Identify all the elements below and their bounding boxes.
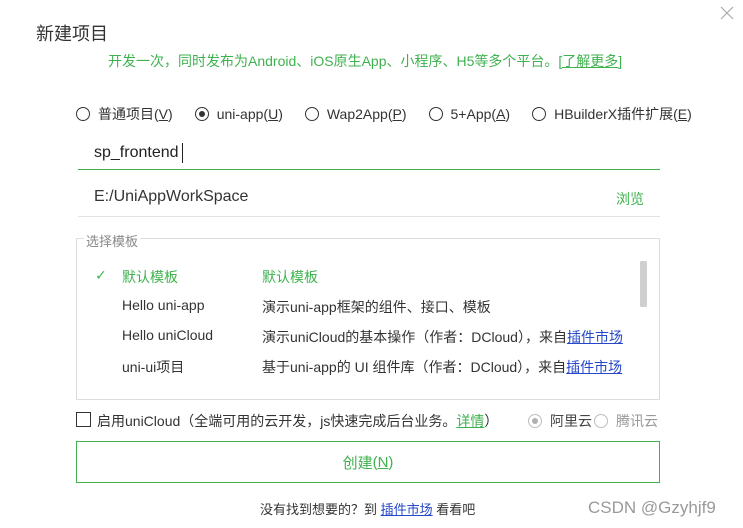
footer-plugin-market-link[interactable]: 插件市场 bbox=[381, 502, 433, 517]
details-link[interactable]: 详情 bbox=[456, 413, 484, 429]
template-desc: 演示uni-app框架的组件、接口、模板 bbox=[262, 299, 491, 315]
dialog-subtitle: 开发一次，同时发布为Android、iOS原生App、小程序、H5等多个平台。[… bbox=[108, 51, 622, 71]
plugin-market-link[interactable]: 插件市场 bbox=[566, 359, 622, 375]
provider-label: 腾讯云 bbox=[616, 413, 658, 429]
project-type-group: 普通项目(V) uni-app(U) Wap2App(P) 5+App(A) H… bbox=[76, 104, 714, 124]
radio-circle bbox=[304, 107, 319, 121]
dialog-title: 新建项目 bbox=[36, 24, 108, 44]
template-desc: 基于uni-app的 UI 组件库（作者：DCloud），来自插件市场 bbox=[262, 359, 623, 375]
unicloud-row: 启用uniCloud（全端可用的云开发，js快速完成后台业务。详情） 阿里云 腾… bbox=[76, 411, 666, 431]
footer-hint: 没有找到想要的？到 插件市场 看看吧 bbox=[260, 502, 476, 517]
create-button[interactable]: 创建(N) bbox=[76, 441, 660, 483]
radio-aliyun[interactable]: 阿里云 bbox=[528, 411, 592, 431]
radio-circle bbox=[532, 107, 547, 121]
access-key: U bbox=[268, 106, 279, 122]
close-icon[interactable] bbox=[718, 4, 736, 22]
radio-normal-project[interactable]: 普通项目(V) bbox=[76, 104, 173, 124]
template-legend: 选择模板 bbox=[84, 231, 141, 250]
browse-button[interactable]: 浏览 bbox=[616, 189, 644, 209]
text-caret bbox=[182, 143, 183, 163]
radio-label: 普通项目 bbox=[98, 106, 154, 122]
template-item-hello-unicloud[interactable]: Hello uniCloud 演示uniCloud的基本操作（作者：DCloud… bbox=[95, 327, 623, 349]
learn-more-link[interactable]: [了解更多] bbox=[558, 53, 622, 69]
radio-circle bbox=[428, 107, 443, 121]
radio-label: 5+App bbox=[450, 106, 492, 122]
radio-wap2app[interactable]: Wap2App(P) bbox=[304, 106, 407, 122]
location-field[interactable]: E:/UniAppWorkSpace 浏览 bbox=[78, 182, 660, 217]
radio-circle bbox=[594, 414, 608, 428]
unicloud-label: 启用uniCloud（全端可用的云开发，js快速完成后台业务。详情） bbox=[97, 413, 499, 429]
subtitle-text: 开发一次，同时发布为Android、iOS原生App、小程序、H5等多个平台。 bbox=[108, 53, 559, 69]
check-icon: ✓ bbox=[95, 267, 107, 283]
radio-tencent-cloud[interactable]: 腾讯云 bbox=[594, 411, 658, 431]
template-list: ✓ 默认模板 默认模板 Hello uni-app 演示uni-app框架的组件… bbox=[76, 238, 660, 400]
template-scrollbar[interactable] bbox=[640, 261, 647, 307]
radio-5plus-app[interactable]: 5+App(A) bbox=[428, 106, 510, 122]
template-name: Hello uniCloud bbox=[122, 327, 214, 343]
radio-uni-app[interactable]: uni-app(U) bbox=[194, 106, 283, 122]
location-path: E:/UniAppWorkSpace bbox=[94, 188, 249, 205]
radio-circle-selected bbox=[528, 414, 542, 428]
access-key: E bbox=[677, 106, 688, 122]
template-item-default[interactable]: ✓ 默认模板 默认模板 bbox=[95, 267, 615, 289]
radio-hbuilderx-plugin[interactable]: HBuilderX插件扩展(E) bbox=[532, 104, 692, 124]
radio-label: uni-app bbox=[216, 106, 264, 122]
access-key: N bbox=[377, 453, 389, 471]
provider-label: 阿里云 bbox=[550, 413, 592, 429]
radio-circle-selected bbox=[194, 107, 209, 121]
access-key: A bbox=[496, 106, 506, 122]
watermark: CSDN @Gzyhjf9 bbox=[588, 498, 716, 517]
template-name: 默认模板 bbox=[122, 269, 178, 285]
template-desc: 演示uniCloud的基本操作（作者：DCloud），来自插件市场 bbox=[262, 329, 623, 345]
project-name-input[interactable] bbox=[78, 136, 660, 170]
template-item-hello-uni-app[interactable]: Hello uni-app 演示uni-app框架的组件、接口、模板 bbox=[95, 297, 615, 319]
template-name: Hello uni-app bbox=[122, 297, 205, 313]
create-label: 创建 bbox=[342, 454, 373, 472]
radio-label: Wap2App bbox=[326, 106, 388, 122]
plugin-market-link[interactable]: 插件市场 bbox=[567, 329, 623, 345]
radio-circle bbox=[76, 107, 90, 121]
radio-label: HBuilderX插件扩展 bbox=[554, 106, 674, 122]
access-key: P bbox=[392, 106, 402, 122]
template-desc: 默认模板 bbox=[262, 269, 318, 285]
unicloud-checkbox[interactable] bbox=[76, 412, 91, 427]
access-key: V bbox=[158, 106, 169, 122]
template-name: uni-ui项目 bbox=[122, 359, 185, 375]
template-item-uni-ui[interactable]: uni-ui项目 基于uni-app的 UI 组件库（作者：DCloud），来自… bbox=[95, 357, 622, 379]
